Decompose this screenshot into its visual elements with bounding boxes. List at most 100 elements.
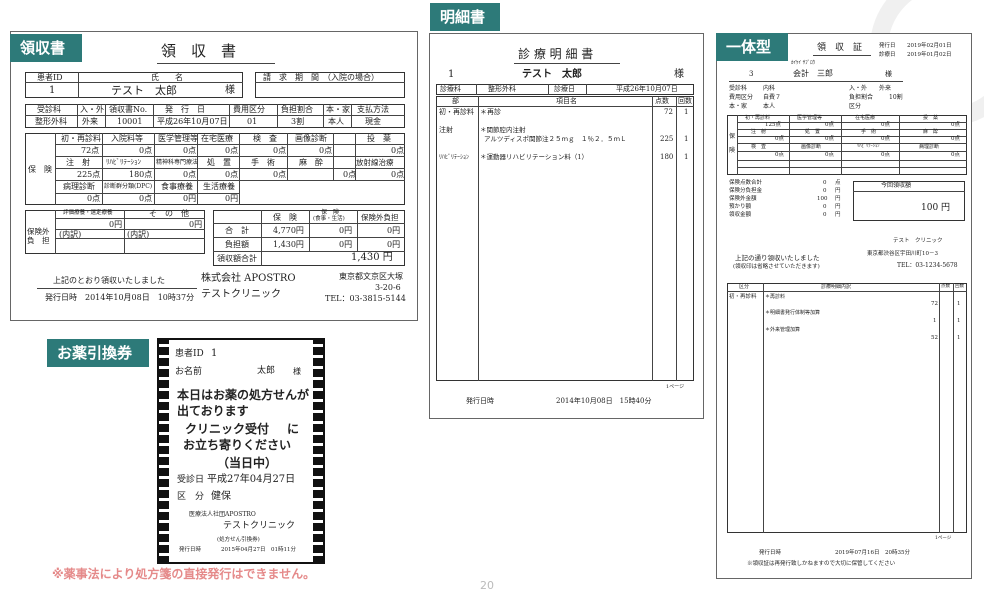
combined-sum-4-value: 0 [823,212,827,218]
receipt-g1h-5: 画像診断 [295,134,327,143]
combined-issue-label: 発行日 [879,43,896,49]
detail-h1-3: 平成26年10月07日 [616,85,678,93]
detail-h1-2: 診療日 [554,85,575,93]
receipt-clinic: テストクリニック [201,289,281,300]
receipt-g1h-2: 医学管理等 [158,134,198,143]
combined-sama: 様 [885,70,892,78]
receipt-uchiwake-1: (内訳) [127,230,150,239]
detail-col-points: 点数 [655,97,669,105]
combined-info-1-3: 10割 [889,94,903,101]
receipt-g3h-0: 病理診断 [63,182,95,191]
combined-g1h-3: 投 薬 [923,115,939,121]
combined-address: 東京都渋谷区宇田川町10－3 [867,251,938,257]
combined-g3v-2: 0点 [881,152,890,158]
rx-sama: 様 [293,367,301,376]
combined-g1v-0: 125点 [765,122,781,128]
receipt-h2-2: 領収書No. [109,105,148,114]
combined-info-1-1: 自費７ [763,94,782,101]
combined-sum-4-label: 領収金額 [729,212,752,218]
receipt-sum-h1b: (食事・生活) [313,216,345,222]
receipt-sum-r1-0: 負担額 [225,240,249,249]
receipt-title: 領 収 書 [161,42,237,60]
receipt-g3h-3: 生活療養 [203,182,235,191]
combined-row2-count: 1 [957,335,961,341]
receipt-g2v-6: 0点 [391,170,405,179]
receipt-g1h-3: 在宅医療 [201,134,233,143]
receipt-h2-1: 入・外 [80,105,104,114]
receipt-g1v-3: 0点 [225,146,239,155]
receipt-g3h-2: 食事療養 [161,182,193,191]
combined-row2-points: 52 [931,335,938,341]
combined-sum-3-unit: 円 [835,204,841,210]
receipt-r2-6: 本人 [328,117,344,126]
combined-info-2-2: 区分 [849,103,862,110]
receipt-g1h-1: 入院料等 [111,134,143,143]
receipt-sum-r1-1: 1,430円 [273,240,304,249]
rx-film-right [313,340,323,562]
detail-page: 1ページ [666,384,685,390]
detail-h1-1: 整形外科 [488,85,516,93]
combined-g3v-0: 0点 [775,152,784,158]
combined-sum-2-unit: 円 [835,196,841,202]
combined-row0-section: 初・再診料 [729,294,757,300]
detail-row2-section: ﾘﾊﾋﾞﾘﾃｰｼｮﾝ [439,154,470,161]
rx-id: 1 [211,348,218,359]
combined-clinic: テスト クリニック [893,238,943,244]
combined-g3v-3: 0点 [951,152,960,158]
receipt-sum-r0-2: 0円 [339,226,353,235]
detail-row2-item: ＊運動器リハビリテーション料（1） [480,153,589,161]
receipt-g1h-0: 初・再診料 [61,134,101,143]
detail-patient-name: テスト 太郎 [522,69,582,80]
combined-g2v-3: 0点 [951,136,960,142]
receipt-g2h-6: 放射線治療 [356,158,394,167]
combined-sum-4-unit: 円 [835,212,841,218]
detail-sama: 様 [674,69,684,80]
rx-issued-label: 発行日時 [179,547,202,553]
combined-g2h-3: 麻 酔 [923,129,939,135]
combined-info-0-2: 入・外 [849,85,868,92]
receipt-label: 領収書 [10,34,82,62]
combined-info-1-0: 費用区分 [729,94,754,101]
combined-g1v-3: 0点 [951,122,960,128]
combined-issued: 2019年07月16日 20時35分 [835,550,910,556]
combined-g2h-1: 処 置 [805,129,821,135]
receipt-r2-2: 10001 [117,117,143,126]
detail-row1-item-a: ＊関節腔内注射 [480,126,526,134]
receipt-h2-0: 受診科 [37,105,61,114]
combined-g3h-3: 病理診断 [919,144,940,150]
rx-msg1: 本日はお薬の処方せんが [177,388,310,402]
receipt-hg-v0: 0円 [109,220,123,229]
detail-row2-count: 1 [684,153,689,161]
detail-patient-id: 1 [448,69,455,80]
receipt-g2h-1: ﾘﾊﾋﾞﾘﾃｰｼｮﾝ [106,158,141,166]
combined-sum-2-label: 保険外金額 [729,196,757,202]
receipt-g1v-4: 0点 [273,146,287,155]
rx-film-left [159,340,169,562]
combined-sum-0-unit: 点 [835,180,841,186]
rx-name-label: お名前 [175,367,203,377]
rx-kubun-label: 区 分 [177,492,205,502]
detail-title: 診 療 明 細 書 [518,47,594,61]
combined-info-2-1: 本人 [763,103,776,110]
rx-label: お薬引換券 [47,339,149,367]
receipt-patient-id: 1 [49,85,56,96]
combined-sum-3-label: 預かり額 [729,204,752,210]
combined-row1-item: ＊明細書発行体制等加算 [765,310,821,316]
combined-info-2-0: 本・家 [729,103,748,110]
combined-received: 上記の通り領収いたしました [735,254,820,262]
combined-col-0: 区分 [739,284,750,290]
combined-sum-3-value: 0 [823,204,827,210]
rx-name: 太郎 [257,366,276,376]
receipt-h2-4: 費用区分 [233,105,265,114]
combined-footer: ※領収証は再発行致しかねますので大切に保管してください [747,561,896,567]
receipt-g2v-1: 180点 [129,170,153,179]
detail-row1-item-b: アルツディスポ関節注２５ｍｇ １％２．５ｍＬ [484,135,627,143]
receipt-r2-5: 3割 [291,117,305,126]
combined-row0-item: ＊再診料 [765,294,786,300]
combined-ken-label: 険 [729,147,736,154]
rx-paren: (処方せん引換券) [217,537,260,543]
combined-g1h-0: 初・再診料 [745,115,771,121]
receipt-g1v-5: 0点 [319,146,333,155]
receipt-sum-r0-3: 0円 [387,226,401,235]
receipt-g2h-0: 注 射 [66,158,90,167]
